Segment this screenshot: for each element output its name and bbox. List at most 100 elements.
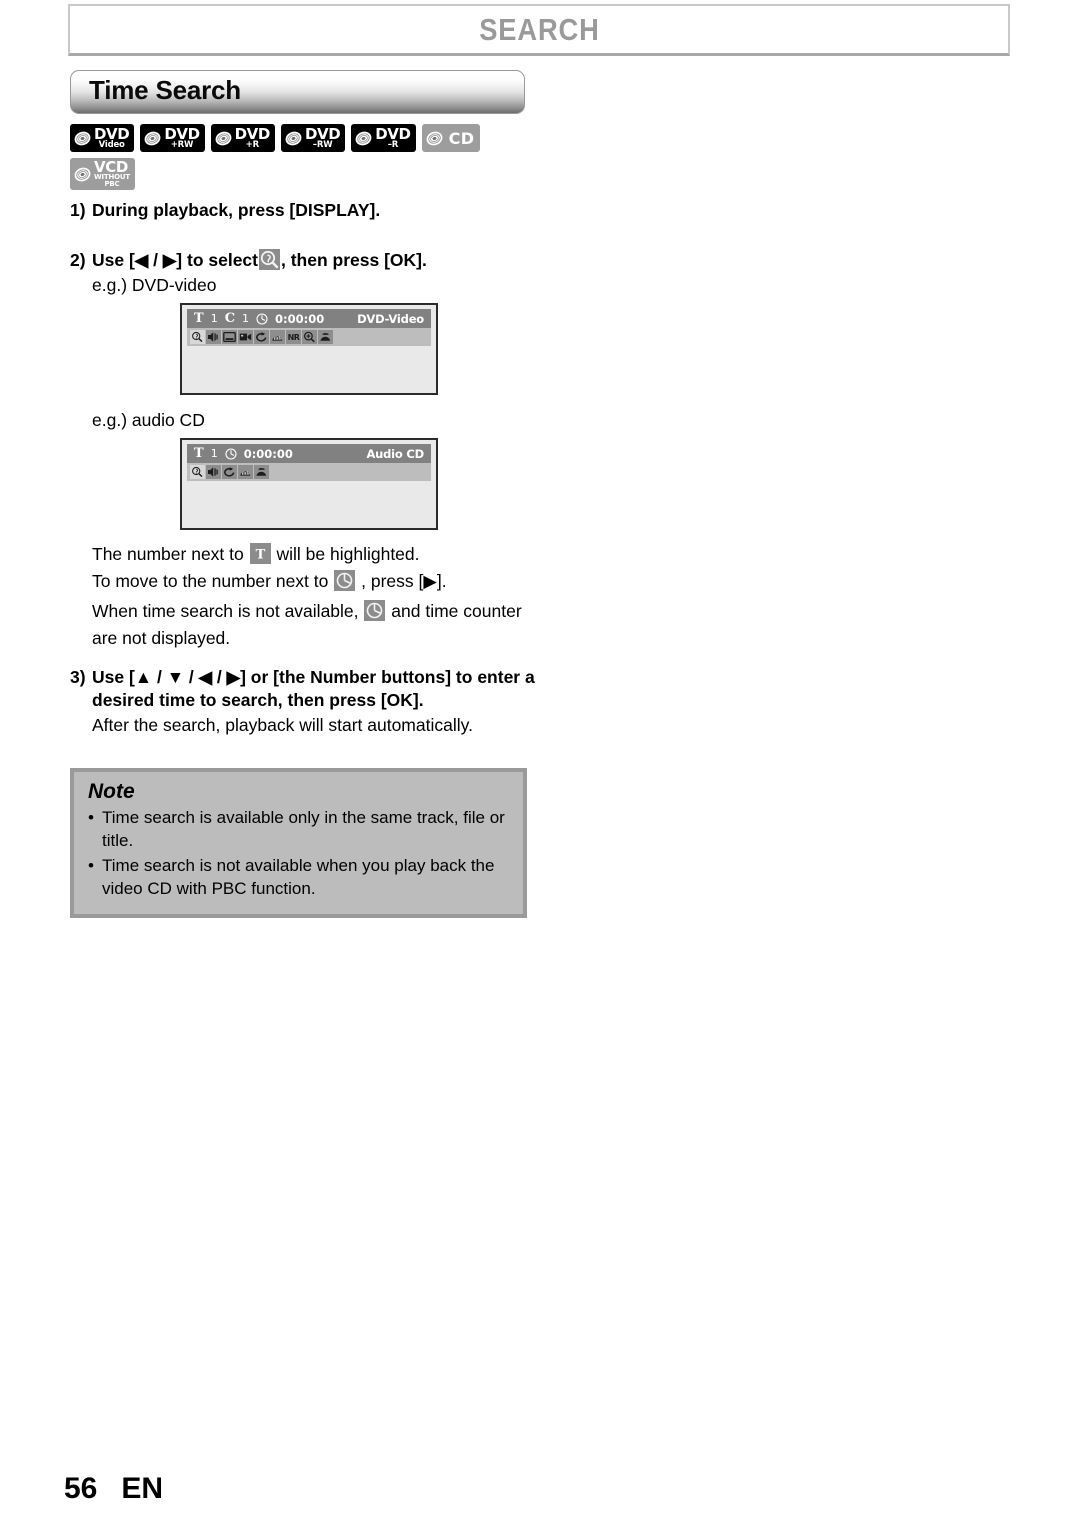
osd-search-icon[interactable] (190, 330, 205, 344)
disc-badge-sub: –R (387, 139, 399, 150)
note-item-list: • Time search is available only in the sa… (88, 806, 511, 900)
step-3-number: 3) (70, 667, 86, 687)
disc-badge-dvd-minus-r: DVD –R (351, 124, 416, 152)
osd-cd-disc-type: Audio CD (366, 446, 424, 461)
step-1: 1) During playback, press [DISPLAY]. (70, 199, 540, 222)
paragraph-move: To move to the number next to , press [▶… (92, 568, 542, 595)
paragraph-2-after: , press [▶]. (361, 571, 447, 591)
disc-badge-dvd-minus-rw: DVD –RW (280, 124, 346, 152)
step-1-number: 1) (70, 200, 86, 220)
note-item: • Time search is not available when you p… (88, 854, 511, 900)
example-audio-cd-label: e.g.) audio CD (92, 410, 205, 430)
osd-noise-reduction-icon[interactable]: NR (286, 330, 301, 344)
osd-repeat-icon[interactable] (254, 330, 269, 344)
disc-badge-sub: Video (98, 139, 125, 150)
title-t-icon: T (249, 543, 271, 564)
step-1-text: During playback, press [DISPLAY]. (92, 200, 381, 220)
note-item: • Time search is available only in the sa… (88, 806, 511, 852)
note-title: Note (88, 780, 135, 803)
clock-icon (364, 600, 386, 621)
disc-badge-sub: –RW (312, 139, 333, 150)
disc-badge-sub: +RW (170, 139, 194, 150)
osd-cd-header: T 1 0:00:00 Audio CD (187, 444, 431, 463)
disc-badge-cd: CD (421, 124, 480, 152)
osd-audio-icon[interactable] (206, 330, 221, 344)
osd-picture-adjust-icon[interactable] (254, 465, 269, 479)
paragraph-highlight: The number next to T will be highlighted… (92, 541, 542, 568)
note-bullet: • (88, 856, 94, 875)
osd-search-icon[interactable] (190, 465, 205, 479)
osd-subtitle-icon[interactable] (222, 330, 237, 344)
osd-picture-adjust-icon[interactable] (318, 330, 333, 344)
osd-cd-inner: T 1 0:00:00 Audio CD (182, 440, 436, 481)
osd-icon-text: NR (287, 332, 300, 342)
svg-text:T: T (255, 548, 265, 563)
osd-dvd-chapter-value: 1 (242, 312, 250, 325)
step-3-line-1: Use [▲ / ▼ / ◀ / ▶] or [the Number butto… (92, 667, 473, 687)
step-2-number: 2) (70, 250, 86, 270)
clock-icon (334, 570, 356, 591)
disc-glyph (74, 131, 91, 145)
page-header: SEARCH (68, 4, 1010, 56)
osd-dvd-title-label: T (194, 311, 204, 326)
clock-icon (225, 447, 237, 460)
osd-dvd-header: T 1 C 1 0:00:00 DVD-Video (187, 309, 431, 328)
disc-glyph (74, 167, 91, 181)
disc-badge-row-2: VCD WITHOUT PBC (70, 158, 135, 190)
page-footer: 56 EN (64, 1472, 163, 1506)
disc-badge-vcd-without-pbc: VCD WITHOUT PBC (70, 158, 135, 190)
section-title-bar: Time Search (70, 70, 525, 114)
osd-surround-icon[interactable] (270, 330, 285, 344)
footer-page-number: 56 (64, 1472, 98, 1505)
disc-badge-sub: +R (245, 139, 259, 150)
osd-angle-icon[interactable] (238, 330, 253, 344)
osd-dvd-iconbar: NR (187, 328, 431, 346)
disc-glyph (355, 131, 372, 145)
paragraph-unavailable: When time search is not available, and t… (92, 598, 542, 652)
disc-glyph (144, 131, 161, 145)
paragraph-1-before: The number next to (92, 544, 244, 564)
section-title: Time Search (89, 74, 241, 105)
osd-audio-icon[interactable] (206, 465, 221, 479)
step-3-subtext: After the search, playback will start au… (92, 715, 473, 735)
disc-badge-row-1: DVD Video DVD +RW DVD +R DVD –RW DVD –R CD (70, 124, 480, 152)
osd-zoom-icon[interactable] (302, 330, 317, 344)
osd-cd-title-value: 1 (210, 447, 218, 460)
step-2: 2) Use [◀ / ▶] to select , then press [O… (70, 249, 540, 272)
disc-badge-dvd-plus-r: DVD +R (210, 124, 275, 152)
note-item-text: Time search is available only in the sam… (102, 808, 505, 850)
osd-repeat-icon[interactable] (222, 465, 237, 479)
disc-glyph (215, 131, 232, 145)
note-item-text: Time search is not available when you pl… (102, 856, 495, 898)
step-2-text-before: Use [◀ / ▶] to select (92, 250, 258, 270)
paragraph-1-after: will be highlighted. (276, 544, 420, 564)
disc-glyph (285, 131, 302, 145)
paragraph-3-before: When time search is not available, (92, 601, 359, 621)
disc-badge-dvd-video: DVD Video (70, 124, 135, 152)
osd-dvd-title-value: 1 (210, 312, 218, 325)
clock-icon (256, 312, 268, 325)
osd-cd-title-label: T (194, 446, 204, 461)
step-3: 3) Use [▲ / ▼ / ◀ / ▶] or [the Number bu… (70, 666, 540, 712)
osd-panel-dvd-video: T 1 C 1 0:00:00 DVD-Video NR (180, 303, 438, 395)
paragraph-3-after: and time (391, 601, 459, 621)
disc-badge-sub2: PBC (104, 179, 120, 188)
osd-dvd-time: 0:00:00 (275, 311, 325, 326)
osd-panel-audio-cd: T 1 0:00:00 Audio CD (180, 438, 438, 530)
note-box: Note • Time search is available only in t… (70, 768, 527, 918)
disc-glyph (426, 131, 442, 145)
footer-language-code: EN (121, 1472, 164, 1505)
example-dvd-video-label: e.g.) DVD-video (92, 275, 217, 295)
osd-dvd-disc-type: DVD-Video (357, 311, 424, 326)
osd-surround-icon[interactable] (238, 465, 253, 479)
osd-cd-time: 0:00:00 (243, 446, 293, 461)
disc-badge-label: CD (448, 128, 475, 148)
note-bullet: • (88, 808, 94, 827)
search-magnifier-icon (259, 249, 280, 270)
step-2-text-after: , then press [OK]. (281, 250, 427, 270)
osd-cd-iconbar (187, 463, 431, 481)
paragraph-2-before: To move to the number next to (92, 571, 329, 591)
osd-dvd-inner: T 1 C 1 0:00:00 DVD-Video NR (182, 305, 436, 346)
osd-dvd-chapter-label: C (224, 311, 236, 326)
page-title: SEARCH (478, 11, 600, 47)
